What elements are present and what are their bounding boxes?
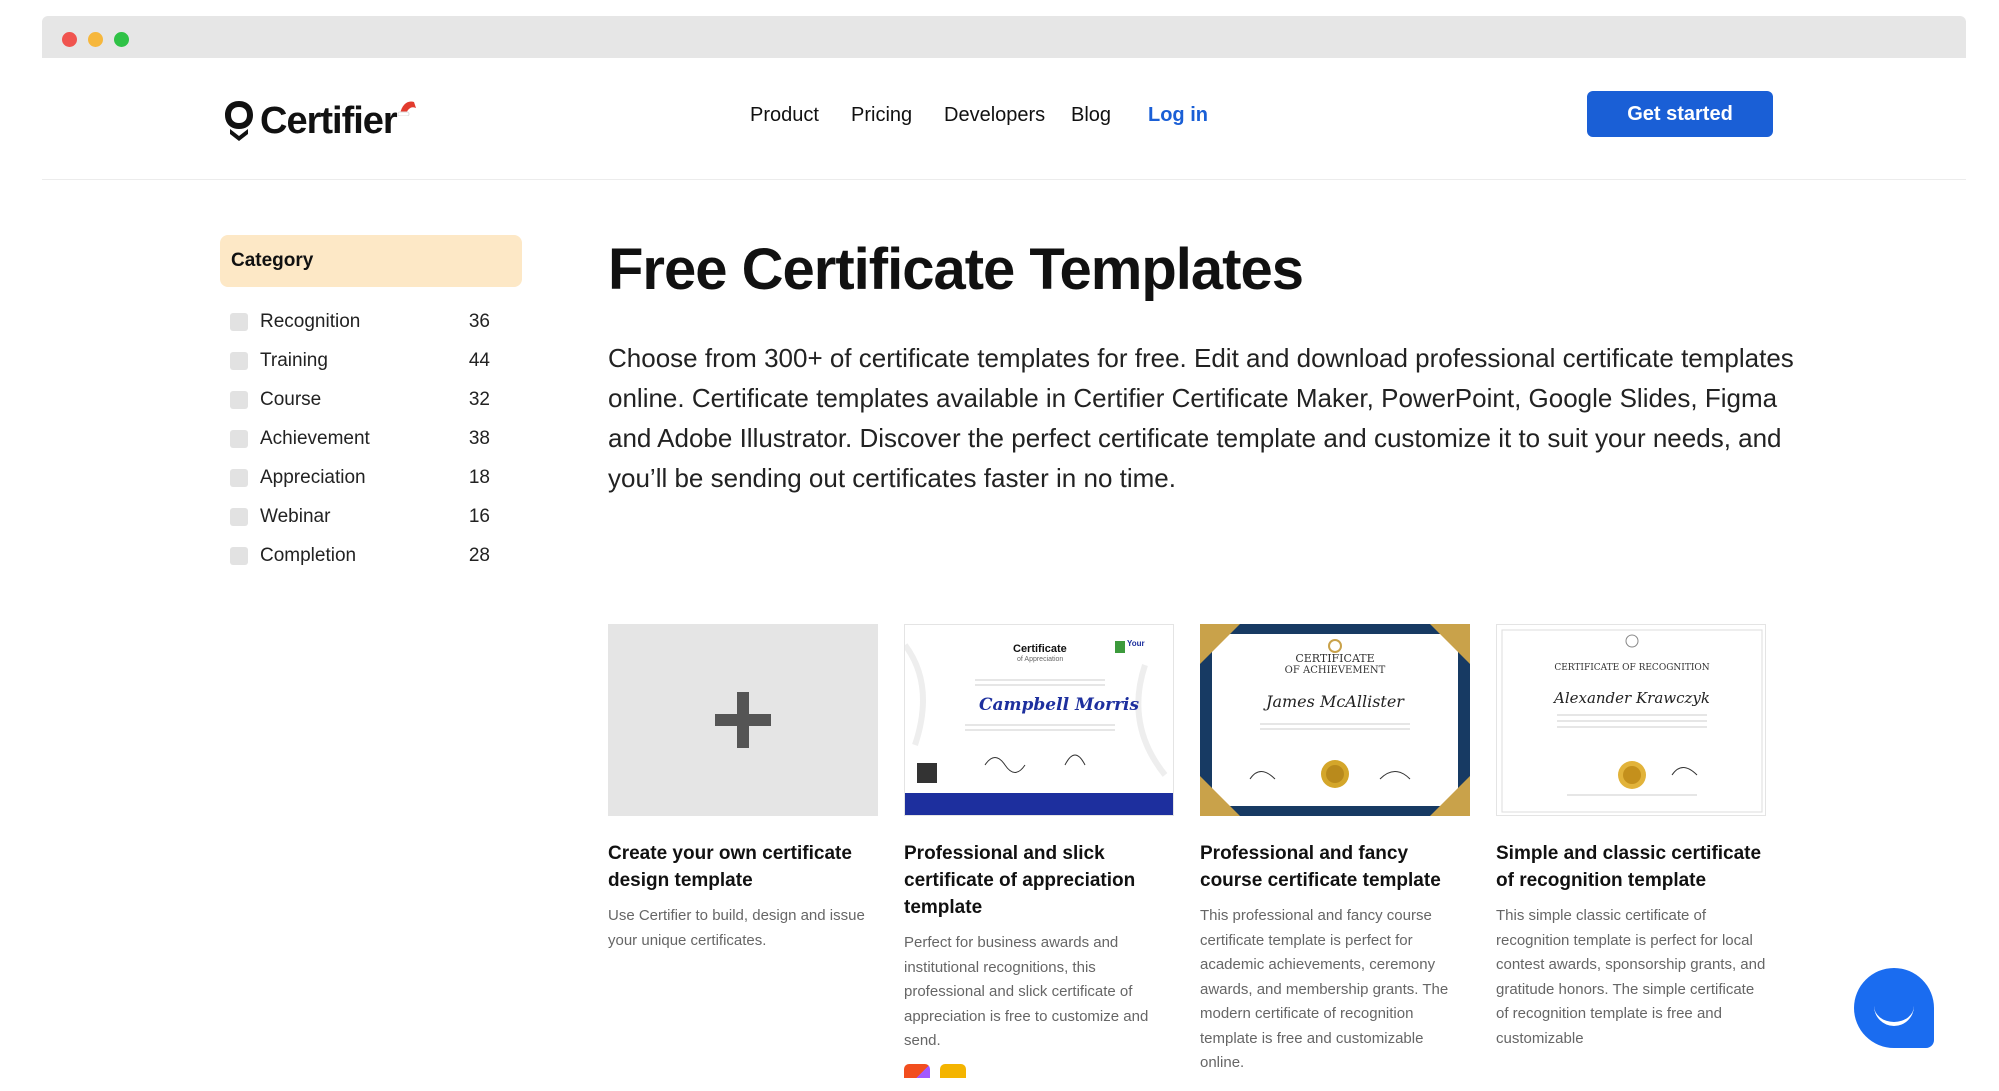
- category-item-achievement[interactable]: Achievement 38: [230, 419, 490, 458]
- browser-title-bar: [42, 16, 1966, 58]
- maximize-window-dot[interactable]: [114, 32, 129, 47]
- card-title[interactable]: Create your own certificate design templ…: [608, 840, 878, 894]
- chat-smile-icon: [1874, 1006, 1914, 1026]
- login-link[interactable]: Log in: [1148, 104, 1208, 127]
- page-title: Free Certificate Templates: [608, 237, 1304, 302]
- certificate-thumbnail[interactable]: Certificate of Appreciation Your Campbel…: [904, 624, 1174, 816]
- card-description: Perfect for business awards and institut…: [904, 934, 1149, 1049]
- category-count: 18: [468, 466, 490, 488]
- card-description: This professional and fancy course certi…: [1200, 907, 1449, 1071]
- card-title[interactable]: Professional and slick certificate of ap…: [904, 840, 1174, 921]
- category-count: 28: [468, 544, 490, 566]
- category-checkbox[interactable]: [230, 312, 248, 331]
- category-item-recognition[interactable]: Recognition 36: [230, 302, 490, 341]
- logo-wordmark: Certifier: [260, 99, 398, 142]
- santa-hat-icon: [398, 101, 416, 116]
- category-label: Appreciation: [260, 466, 366, 488]
- category-count: 36: [468, 310, 490, 332]
- recognition-certificate-preview: [1497, 625, 1765, 815]
- card-title[interactable]: Simple and classic certificate of recogn…: [1496, 840, 1766, 894]
- template-card-course[interactable]: CERTIFICATE OF ACHIEVEMENT James McAllis…: [1200, 624, 1470, 1076]
- category-label: Recognition: [260, 310, 361, 332]
- card-description: This simple classic certificate of recog…: [1496, 907, 1766, 1047]
- plus-icon: [715, 692, 771, 748]
- certifier-logo-icon: [225, 101, 253, 141]
- nav-developers[interactable]: Developers: [944, 104, 1045, 127]
- category-count: 32: [468, 388, 490, 410]
- category-item-training[interactable]: Training 44: [230, 341, 490, 380]
- category-count: 38: [468, 427, 490, 449]
- template-card-appreciation[interactable]: Certificate of Appreciation Your Campbel…: [904, 624, 1174, 1078]
- category-checkbox[interactable]: [230, 546, 248, 565]
- thumb-recipient-name: Alexander Krawczyk: [1553, 689, 1710, 707]
- certificate-thumbnail[interactable]: CERTIFICATE OF ACHIEVEMENT James McAllis…: [1200, 624, 1470, 816]
- create-template-thumbnail[interactable]: [608, 624, 878, 816]
- thumb-recipient-name: Campbell Morris: [979, 695, 1140, 715]
- category-count: 44: [468, 349, 490, 371]
- app-icon-row: [904, 1063, 1174, 1078]
- category-label: Training: [260, 349, 328, 371]
- category-item-course[interactable]: Course 32: [230, 380, 490, 419]
- figma-icon[interactable]: [904, 1063, 930, 1078]
- nav-pricing[interactable]: Pricing: [851, 104, 912, 127]
- thumb-heading: Certificate: [1013, 643, 1067, 655]
- thumb-heading: CERTIFICATE OF RECOGNITION: [1554, 663, 1710, 673]
- category-checkbox[interactable]: [230, 429, 248, 448]
- certifier-logo[interactable]: Certifier: [222, 98, 416, 144]
- category-checkbox[interactable]: [230, 351, 248, 370]
- card-title[interactable]: Professional and fancy course certificat…: [1200, 840, 1470, 894]
- category-label: Course: [260, 388, 322, 410]
- category-label: Achievement: [260, 427, 370, 449]
- category-count: 16: [468, 505, 490, 527]
- category-item-webinar[interactable]: Webinar 16: [230, 497, 490, 536]
- card-description: Use Certifier to build, design and issue…: [608, 907, 865, 949]
- thumb-subheading: of Appreciation: [1017, 656, 1064, 663]
- thumb-subheading: OF ACHIEVEMENT: [1284, 665, 1386, 676]
- category-label: Webinar: [260, 505, 331, 527]
- category-filter-list: Recognition 36 Training 44 Course 32 Ach…: [230, 302, 490, 575]
- category-checkbox[interactable]: [230, 390, 248, 409]
- google-slides-icon[interactable]: [940, 1063, 966, 1078]
- close-window-dot[interactable]: [62, 32, 77, 47]
- chat-widget-button[interactable]: [1854, 968, 1934, 1048]
- category-label: Completion: [260, 544, 357, 566]
- nav-blog[interactable]: Blog: [1071, 104, 1111, 127]
- thumb-recipient-name: James McAllister: [1266, 692, 1404, 711]
- get-started-button[interactable]: Get started: [1587, 91, 1773, 137]
- nav-product[interactable]: Product: [750, 104, 819, 127]
- template-card-create[interactable]: Create your own certificate design templ…: [608, 624, 878, 953]
- page-description: Choose from 300+ of certificate template…: [608, 343, 1794, 493]
- certificate-thumbnail[interactable]: CERTIFICATE OF RECOGNITION Alexander Kra…: [1496, 624, 1766, 816]
- template-card-recognition[interactable]: CERTIFICATE OF RECOGNITION Alexander Kra…: [1496, 624, 1766, 1051]
- category-item-appreciation[interactable]: Appreciation 18: [230, 458, 490, 497]
- thumb-logo: Your: [1127, 639, 1145, 648]
- site-header: Certifier Product Pricing Developers Blo…: [42, 58, 1966, 180]
- category-checkbox[interactable]: [230, 468, 248, 487]
- thumb-heading: CERTIFICATE: [1295, 652, 1375, 665]
- minimize-window-dot[interactable]: [88, 32, 103, 47]
- category-heading[interactable]: Category: [220, 235, 522, 287]
- page-viewport: Certifier Product Pricing Developers Blo…: [42, 58, 1966, 1078]
- category-checkbox[interactable]: [230, 507, 248, 526]
- category-item-completion[interactable]: Completion 28: [230, 536, 490, 575]
